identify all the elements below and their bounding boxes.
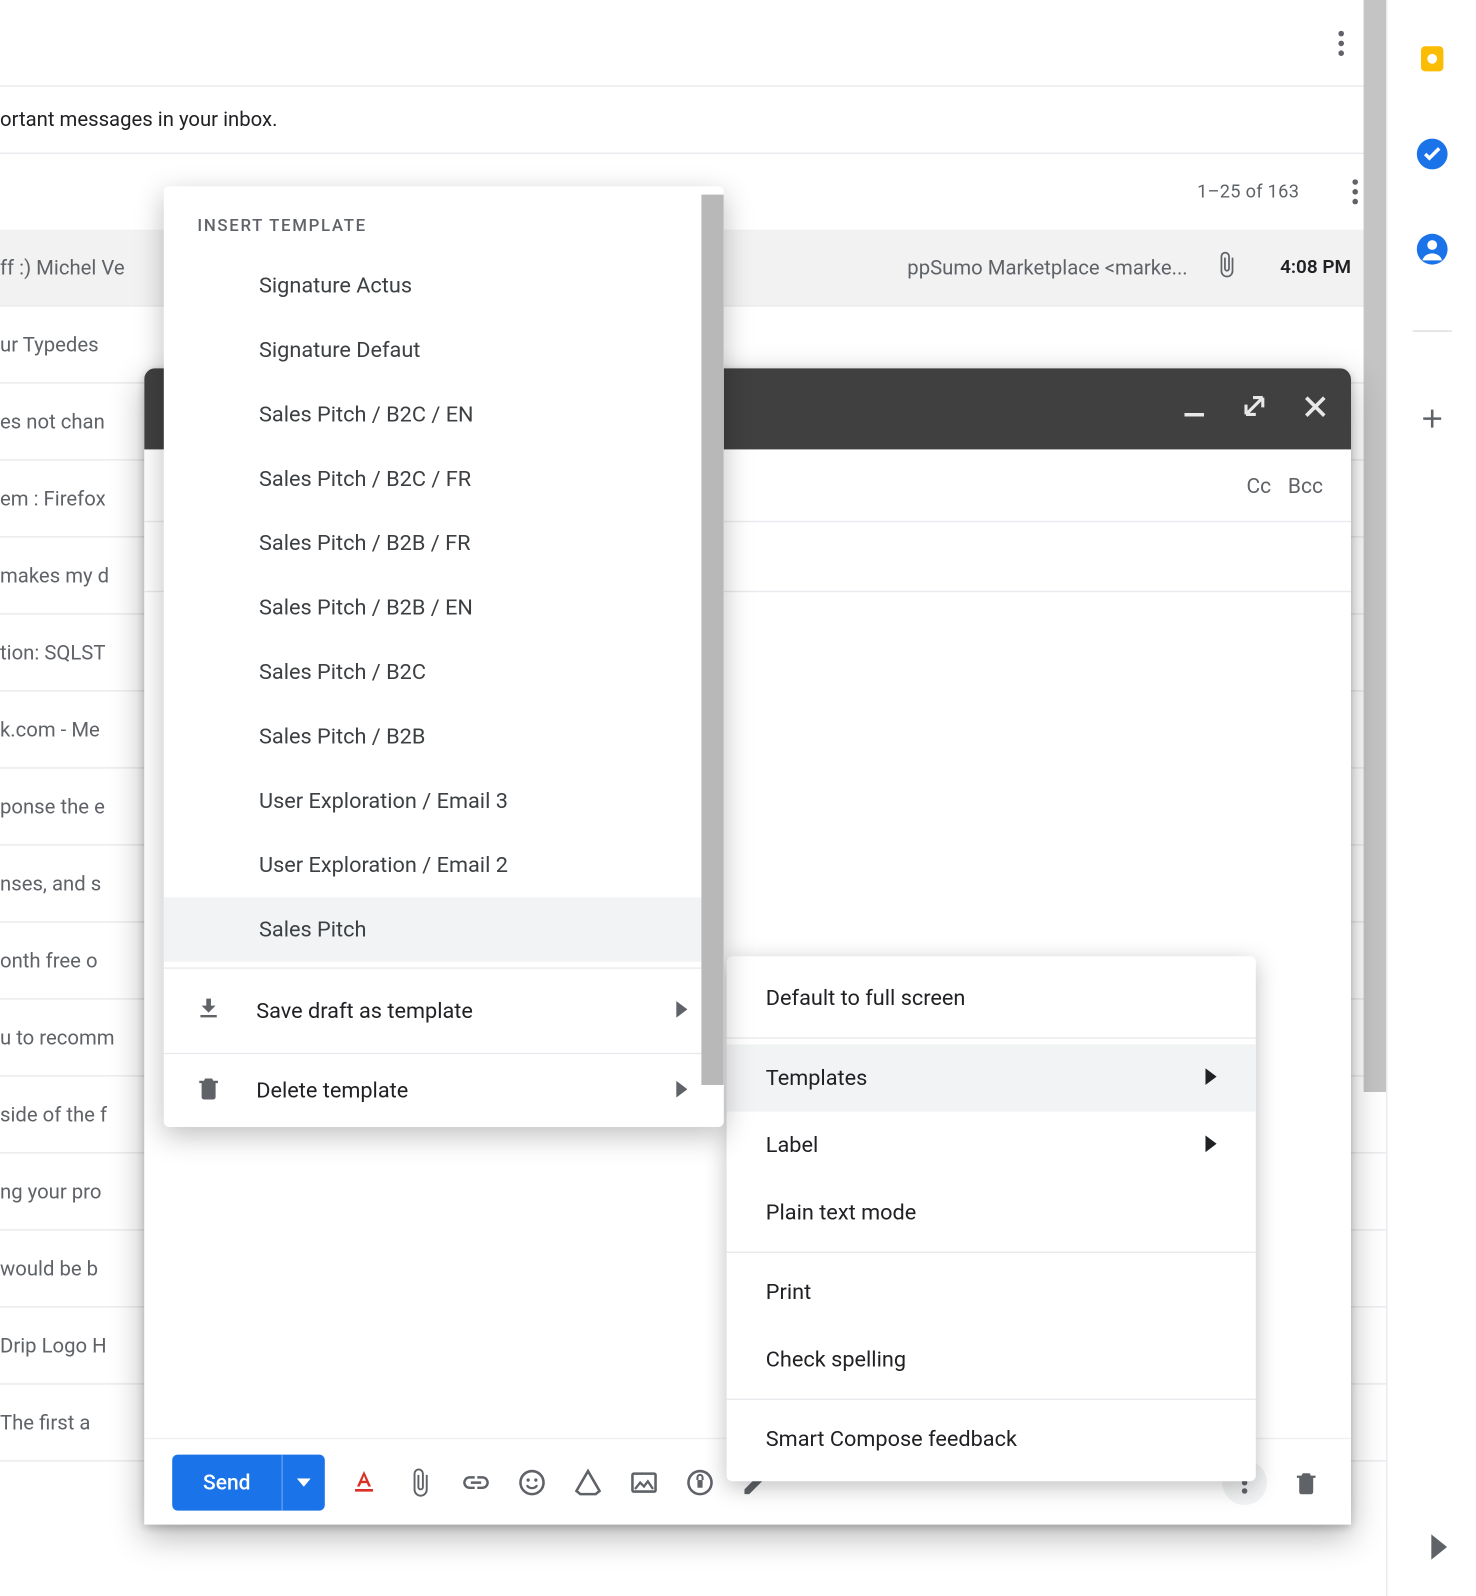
minimize-icon[interactable] bbox=[1184, 396, 1204, 423]
template-submenu: INSERT TEMPLATE Signature ActusSignature… bbox=[164, 186, 724, 1127]
image-icon[interactable] bbox=[627, 1465, 661, 1499]
template-item[interactable]: Sales Pitch / B2B / EN bbox=[164, 575, 724, 639]
email-time: 4:08 PM bbox=[1280, 256, 1351, 278]
confidential-icon[interactable] bbox=[683, 1465, 717, 1499]
email-snippet: Drip Logo H bbox=[0, 1334, 107, 1358]
emoji-icon[interactable] bbox=[515, 1465, 549, 1499]
template-item[interactable]: Sales Pitch / B2C / EN bbox=[164, 382, 724, 446]
close-icon[interactable] bbox=[1305, 396, 1326, 423]
menu-item-label: Label bbox=[766, 1133, 818, 1158]
email-snippet: u to recomm bbox=[0, 1026, 115, 1050]
template-item[interactable]: Sales Pitch / B2C / FR bbox=[164, 447, 724, 511]
add-addon-icon[interactable] bbox=[1412, 399, 1451, 438]
delete-template[interactable]: Delete template bbox=[164, 1060, 724, 1122]
side-panel bbox=[1386, 0, 1476, 1596]
chevron-right-icon bbox=[676, 1078, 687, 1103]
tasks-icon[interactable] bbox=[1412, 134, 1451, 173]
template-item[interactable]: User Exploration / Email 2 bbox=[164, 833, 724, 897]
inbox-notice: ortant messages in your inbox. bbox=[0, 87, 1386, 154]
send-button-label[interactable]: Send bbox=[172, 1454, 281, 1510]
email-snippet: em : Firefox bbox=[0, 487, 106, 511]
download-icon bbox=[195, 994, 223, 1028]
menu-separator bbox=[727, 1037, 1256, 1038]
email-preview: ppSumo Marketplace <marke... bbox=[907, 256, 1187, 280]
send-button[interactable]: Send bbox=[172, 1454, 324, 1510]
trash-icon bbox=[195, 1074, 223, 1108]
template-item[interactable]: Sales Pitch / B2B / FR bbox=[164, 511, 724, 575]
menu-item-default-to-full-screen[interactable]: Default to full screen bbox=[727, 965, 1256, 1032]
settings-kebab-icon[interactable] bbox=[1324, 26, 1358, 60]
email-snippet: would be b bbox=[0, 1257, 98, 1281]
template-menu-header: INSERT TEMPLATE bbox=[164, 186, 724, 239]
attach-icon[interactable] bbox=[403, 1465, 437, 1499]
template-item[interactable]: Sales Pitch / B2C bbox=[164, 640, 724, 704]
menu-separator bbox=[727, 1252, 1256, 1253]
chevron-right-icon bbox=[1205, 1065, 1216, 1090]
menu-item-label: Save draft as template bbox=[256, 998, 473, 1023]
main-scrollbar[interactable] bbox=[1364, 0, 1386, 1092]
menu-separator bbox=[727, 1399, 1256, 1400]
contacts-icon[interactable] bbox=[1412, 230, 1451, 269]
popout-icon[interactable] bbox=[1243, 395, 1265, 423]
expand-panel-icon[interactable] bbox=[1431, 1534, 1448, 1565]
cc-link[interactable]: Cc bbox=[1246, 473, 1271, 498]
email-snippet: makes my d bbox=[0, 564, 109, 588]
chevron-right-icon bbox=[1205, 1133, 1216, 1158]
send-dropdown[interactable] bbox=[281, 1454, 324, 1510]
template-item[interactable]: Sales Pitch bbox=[164, 897, 724, 961]
menu-item-label[interactable]: Label bbox=[727, 1112, 1256, 1179]
template-item[interactable]: Sales Pitch / B2B bbox=[164, 704, 724, 768]
format-text-icon[interactable] bbox=[347, 1465, 381, 1499]
email-snippet: ng your pro bbox=[0, 1180, 101, 1204]
link-icon[interactable] bbox=[459, 1465, 493, 1499]
menu-item-label: Check spelling bbox=[766, 1347, 906, 1372]
template-scrollbar[interactable] bbox=[701, 195, 723, 1085]
save-draft-as-template[interactable]: Save draft as template bbox=[164, 974, 724, 1047]
menu-item-label: Default to full screen bbox=[766, 986, 966, 1011]
more-options-menu: Default to full screen Templates Label Plai… bbox=[727, 956, 1256, 1481]
inbox-notice-text: ortant messages in your inbox. bbox=[0, 108, 277, 132]
email-snippet: onth free o bbox=[0, 949, 98, 973]
chevron-right-icon bbox=[676, 998, 687, 1023]
menu-item-label: Delete template bbox=[256, 1078, 408, 1103]
menu-item-label: Smart Compose feedback bbox=[766, 1427, 1017, 1452]
pagination-label: 1–25 of 163 bbox=[1197, 181, 1299, 202]
menu-item-check-spelling[interactable]: Check spelling bbox=[727, 1326, 1256, 1393]
menu-item-plain-text-mode[interactable]: Plain text mode bbox=[727, 1179, 1256, 1246]
template-item[interactable]: Signature Actus bbox=[164, 253, 724, 317]
drive-icon[interactable] bbox=[571, 1465, 605, 1499]
attachment-icon bbox=[1213, 251, 1241, 285]
email-snippet: ur Typedes bbox=[0, 333, 99, 357]
menu-item-smart-compose-feedback[interactable]: Smart Compose feedback bbox=[727, 1406, 1256, 1473]
delete-draft-icon[interactable] bbox=[1289, 1465, 1323, 1499]
template-item[interactable]: User Exploration / Email 3 bbox=[164, 769, 724, 833]
menu-item-label: Print bbox=[766, 1280, 811, 1305]
menu-item-templates[interactable]: Templates bbox=[727, 1044, 1256, 1111]
email-snippet: nses, and s bbox=[0, 872, 101, 896]
keep-icon[interactable] bbox=[1412, 39, 1451, 78]
menu-item-print[interactable]: Print bbox=[727, 1259, 1256, 1326]
email-snippet: ponse the e bbox=[0, 795, 105, 819]
template-item[interactable]: Signature Defaut bbox=[164, 318, 724, 382]
menu-item-label: Plain text mode bbox=[766, 1200, 916, 1225]
email-snippet: side of the f bbox=[0, 1103, 107, 1127]
bcc-link[interactable]: Bcc bbox=[1288, 473, 1323, 498]
email-snippet: tion: SQLST bbox=[0, 641, 105, 665]
email-sender: ff :) Michel Ve bbox=[0, 256, 125, 280]
email-snippet: The first a bbox=[0, 1411, 90, 1435]
email-snippet: k.com - Me bbox=[0, 718, 100, 742]
email-snippet: es not chan bbox=[0, 410, 105, 434]
menu-item-label: Templates bbox=[766, 1065, 868, 1090]
